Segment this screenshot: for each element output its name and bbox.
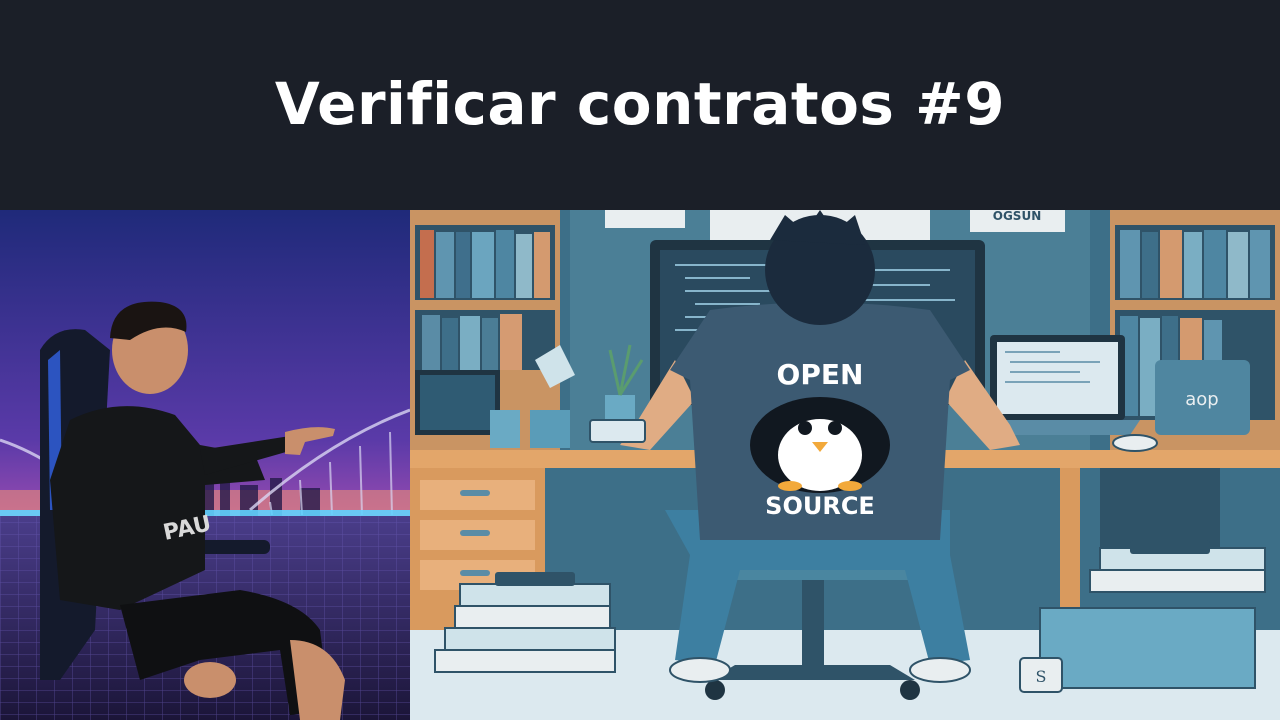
shirt-text-bottom: SOURCE: [765, 492, 875, 520]
open-source-illustration: OGSUN aop S OPEN SOURCE: [410, 210, 1280, 720]
wall-sign-text: OGSUN: [993, 210, 1041, 223]
device-label: aop: [1185, 389, 1218, 410]
page-title: Verificar contratos #9: [274, 70, 1006, 138]
webcam-photo: PAU: [0, 210, 410, 720]
title-banner: Verificar contratos #9: [0, 0, 1280, 210]
cup-letter: S: [1036, 667, 1047, 686]
shirt-text-top: OPEN: [777, 358, 864, 391]
